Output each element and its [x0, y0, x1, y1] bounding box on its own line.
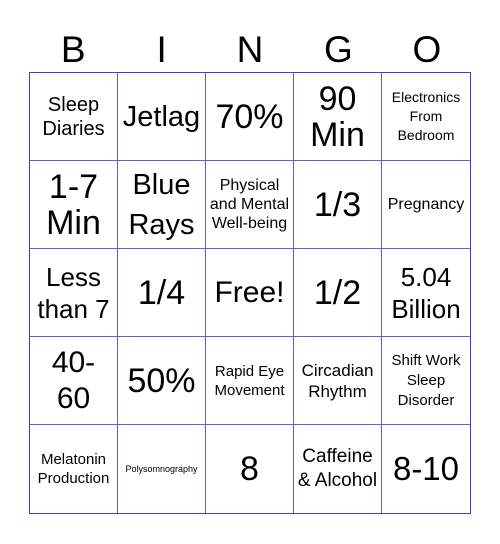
bingo-cell[interactable]: Electronics From Bedroom: [382, 73, 470, 161]
bingo-cell[interactable]: Sleep Diaries: [30, 73, 118, 161]
cell-text: Blue Rays: [128, 168, 195, 241]
cell-text: 1/4: [137, 273, 186, 312]
bingo-cell[interactable]: 1-7 Min: [30, 161, 118, 249]
bingo-cell[interactable]: Pregnancy: [382, 161, 470, 249]
bingo-cell[interactable]: Shift Work Sleep Disorder: [382, 337, 470, 425]
bingo-cell[interactable]: Polysomnography: [118, 425, 206, 513]
cell-text: Jetlag: [122, 100, 201, 133]
cell-text: Sleep Diaries: [42, 93, 105, 140]
bingo-cell[interactable]: Less than 7: [30, 249, 118, 337]
bingo-cell[interactable]: 8-10: [382, 425, 470, 513]
bingo-cell[interactable]: Circadian Rhythm: [294, 337, 382, 425]
bingo-cell[interactable]: 90 Min: [294, 73, 382, 161]
cell-text: Physical and Mental Well-being: [209, 177, 290, 232]
cell-text: 1/3: [313, 185, 362, 224]
header-letter-o: O: [412, 29, 442, 70]
header-letter-i: I: [156, 29, 167, 70]
cell-text: Pregnancy: [387, 196, 465, 213]
cell-text: 1-7 Min: [46, 167, 101, 242]
cell-text: 50%: [127, 361, 196, 400]
cell-text: Melatonin Production: [37, 451, 110, 487]
bingo-cell[interactable]: Jetlag: [118, 73, 206, 161]
bingo-cell[interactable]: 5.04 Billion: [382, 249, 470, 337]
cell-text: Less than 7: [37, 261, 110, 324]
bingo-cell[interactable]: 1/3: [294, 161, 382, 249]
cell-text: Shift Work Sleep Disorder: [391, 351, 461, 409]
header-letter-n: N: [236, 29, 264, 70]
free-space-cell[interactable]: Free!: [206, 249, 294, 337]
cell-text: Caffeine & Alcohol: [297, 446, 378, 491]
cell-text: 40-60: [51, 345, 96, 415]
cell-text: Circadian Rhythm: [301, 360, 374, 401]
bingo-cell[interactable]: Blue Rays: [118, 161, 206, 249]
bingo-header: B I N G O: [29, 28, 471, 72]
cell-text: 1/2: [313, 273, 362, 312]
bingo-cell[interactable]: 70%: [206, 73, 294, 161]
bingo-cell[interactable]: Physical and Mental Well-being: [206, 161, 294, 249]
cell-text: 70%: [215, 97, 284, 136]
bingo-cell[interactable]: 50%: [118, 337, 206, 425]
bingo-cell[interactable]: 40-60: [30, 337, 118, 425]
bingo-cell[interactable]: 1/4: [118, 249, 206, 337]
header-letter-b: B: [60, 29, 86, 70]
bingo-cell[interactable]: 1/2: [294, 249, 382, 337]
bingo-grid: Sleep Diaries Jetlag 70% 90 Min Electron…: [29, 72, 471, 514]
cell-text: Rapid Eye Movement: [214, 362, 285, 399]
bingo-cell[interactable]: 8: [206, 425, 294, 513]
cell-text: 8-10: [392, 450, 460, 487]
bingo-cell[interactable]: Melatonin Production: [30, 425, 118, 513]
cell-text: Electronics From Bedroom: [391, 89, 461, 143]
cell-text: 90 Min: [310, 79, 365, 154]
cell-text: Free!: [214, 275, 285, 309]
cell-text: 5.04 Billion: [391, 261, 461, 324]
header-letter-g: G: [324, 29, 353, 70]
bingo-cell[interactable]: Rapid Eye Movement: [206, 337, 294, 425]
cell-text: Polysomnography: [125, 464, 198, 474]
bingo-cell[interactable]: Caffeine & Alcohol: [294, 425, 382, 513]
cell-text: 8: [240, 450, 259, 488]
